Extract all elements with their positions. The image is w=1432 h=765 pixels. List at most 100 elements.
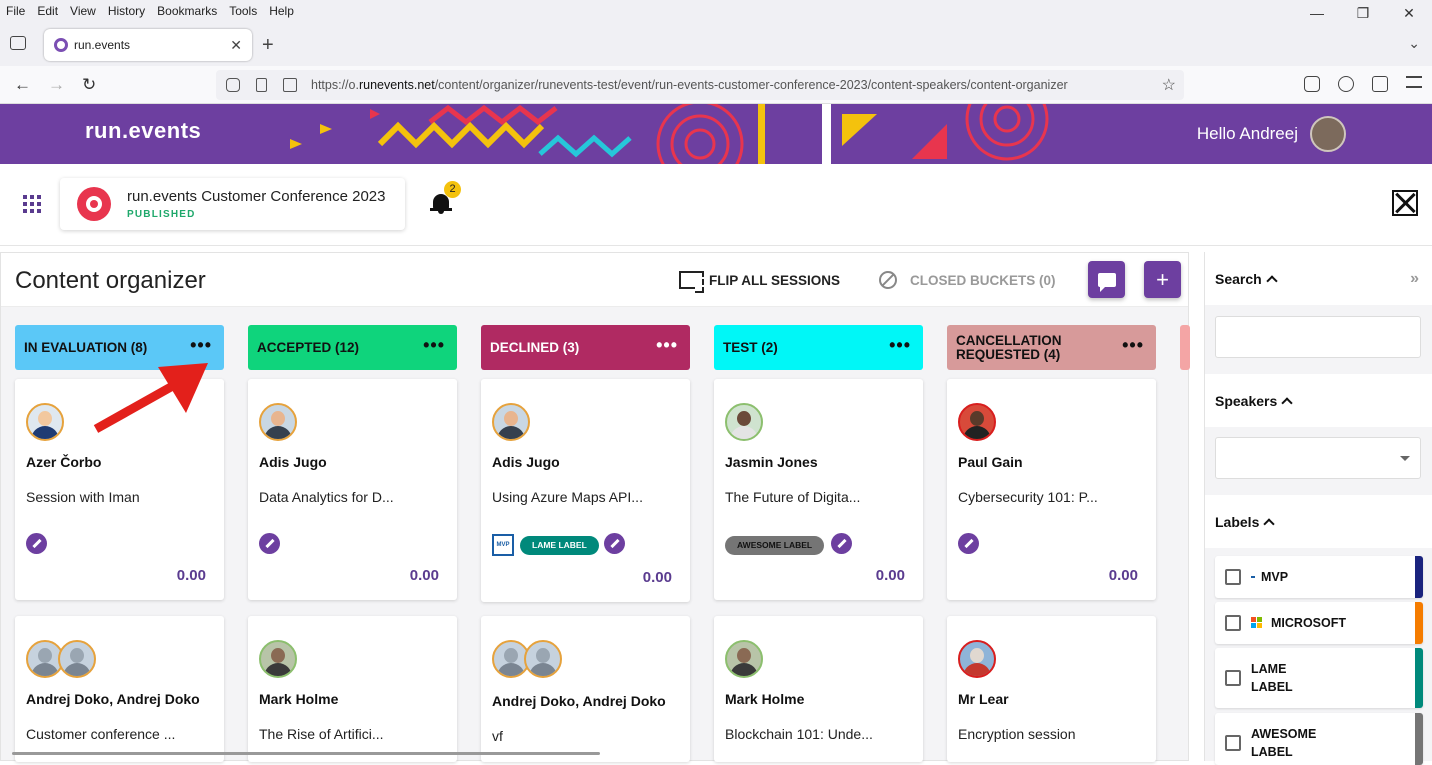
- session-card[interactable]: Adis Jugo Using Azure Maps API... MVP LA…: [481, 379, 690, 602]
- menu-hamburger-icon[interactable]: [1406, 76, 1422, 88]
- content-organizer: Content organizer FLIP ALL SESSIONS CLOS…: [0, 252, 1190, 762]
- lock-icon[interactable]: [256, 78, 267, 92]
- label-color-bar: [1415, 648, 1423, 708]
- url-bar[interactable]: https://o.runevents.net/content/organize…: [216, 70, 1184, 100]
- new-tab-icon[interactable]: +: [262, 34, 274, 57]
- collapse-panel-icon[interactable]: »: [1410, 270, 1419, 288]
- shield-icon[interactable]: [226, 78, 240, 92]
- more-options-icon[interactable]: •••: [656, 336, 678, 354]
- session-card[interactable]: Mark Holme The Rise of Artifici...: [248, 616, 457, 762]
- close-tab-icon[interactable]: ✕: [230, 37, 242, 54]
- event-status: PUBLISHED: [127, 209, 196, 220]
- session-card[interactable]: Andrej Doko, Andrej Doko Customer confer…: [15, 616, 224, 762]
- chevron-up-icon: [1263, 518, 1276, 530]
- session-score: 0.00: [642, 569, 672, 586]
- filter-panel: Search » Speakers Labels MVP MICROSOFT L…: [1204, 252, 1432, 765]
- speaker-avatar: [26, 403, 64, 441]
- menu-edit[interactable]: Edit: [31, 4, 64, 18]
- add-button[interactable]: +: [1144, 261, 1181, 298]
- menu-tools[interactable]: Tools: [223, 4, 263, 18]
- checkbox[interactable]: [1225, 735, 1241, 751]
- chevron-up-icon: [1281, 397, 1293, 409]
- speaker-name: Adis Jugo: [492, 454, 560, 470]
- bucket-header-accepted[interactable]: ACCEPTED (12) •••: [248, 325, 457, 370]
- back-icon[interactable]: ←: [14, 75, 31, 95]
- more-options-icon[interactable]: •••: [889, 336, 911, 354]
- edit-icon[interactable]: [958, 533, 979, 554]
- list-tabs-chevron-icon[interactable]: ⌄: [1408, 35, 1420, 52]
- banner-decoration-right: [842, 104, 1049, 161]
- checkbox[interactable]: [1225, 670, 1241, 686]
- session-card[interactable]: Jasmin Jones The Future of Digita... AWE…: [714, 379, 923, 600]
- label-filter-microsoft[interactable]: MICROSOFT: [1215, 602, 1423, 644]
- horizontal-scrollbar[interactable]: [12, 752, 600, 755]
- labels-section-header[interactable]: Labels: [1205, 495, 1432, 548]
- flip-icon: [679, 271, 704, 293]
- session-title: vf: [492, 728, 503, 744]
- flip-all-sessions-button[interactable]: FLIP ALL SESSIONS: [679, 271, 840, 293]
- user-avatar[interactable]: [1310, 116, 1346, 152]
- speaker-avatar: [725, 640, 763, 678]
- session-card[interactable]: Mr Lear Encryption session: [947, 616, 1156, 762]
- menu-help[interactable]: Help: [263, 4, 300, 18]
- permissions-icon[interactable]: [283, 78, 297, 92]
- pocket-icon[interactable]: [1304, 76, 1320, 92]
- browser-tab[interactable]: run.events ✕: [44, 29, 252, 61]
- close-icon[interactable]: [1392, 190, 1418, 216]
- account-icon[interactable]: [1338, 76, 1354, 92]
- session-title: The Future of Digita...: [725, 489, 861, 505]
- session-card[interactable]: Adis Jugo Data Analytics for D... 0.00: [248, 379, 457, 600]
- label-filter-awesome-label[interactable]: AWESOME LABEL: [1215, 713, 1423, 765]
- checkbox[interactable]: [1225, 569, 1241, 585]
- menu-file[interactable]: File: [0, 4, 31, 18]
- comments-button[interactable]: [1088, 261, 1125, 298]
- closed-buckets-button[interactable]: CLOSED BUCKETS (0): [879, 271, 1056, 289]
- extensions-icon[interactable]: [1372, 76, 1388, 92]
- event-selector[interactable]: run.events Customer Conference 2023 PUBL…: [60, 178, 405, 230]
- edit-icon[interactable]: [259, 533, 280, 554]
- bucket-header-partial[interactable]: [1180, 325, 1190, 370]
- more-options-icon[interactable]: •••: [1122, 336, 1144, 354]
- search-input[interactable]: [1215, 316, 1421, 358]
- session-card[interactable]: Paul Gain Cybersecurity 101: P... 0.00: [947, 379, 1156, 600]
- edit-icon[interactable]: [26, 533, 47, 554]
- speaker-avatar: [259, 640, 297, 678]
- session-title: Using Azure Maps API...: [492, 489, 643, 505]
- label-filter-lame-label[interactable]: LAME LABEL: [1215, 648, 1423, 708]
- speaker-name: Azer Čorbo: [26, 454, 102, 470]
- session-card[interactable]: Mark Holme Blockchain 101: Unde...: [714, 616, 923, 762]
- menu-history[interactable]: History: [102, 4, 151, 18]
- menu-view[interactable]: View: [64, 4, 102, 18]
- menu-bookmarks[interactable]: Bookmarks: [151, 4, 223, 18]
- speaker-name: Mark Holme: [259, 691, 339, 707]
- bookmark-star-icon[interactable]: ☆: [1162, 75, 1176, 95]
- more-options-icon[interactable]: •••: [190, 336, 212, 354]
- label-name: MICROSOFT: [1271, 616, 1346, 630]
- banner-divider: [822, 104, 831, 164]
- tab-list-icon[interactable]: [10, 36, 26, 50]
- bucket-header-cancellation-requested[interactable]: CANCELLATION REQUESTED (4) •••: [947, 325, 1156, 370]
- bucket-header-declined[interactable]: DECLINED (3) •••: [481, 325, 690, 370]
- speaker-name: Jasmin Jones: [725, 454, 818, 470]
- label-filter-mvp[interactable]: MVP: [1215, 556, 1423, 598]
- bucket-name: TEST (2): [723, 339, 778, 355]
- speakers-section-header[interactable]: Speakers: [1205, 374, 1432, 427]
- search-section-header[interactable]: Search »: [1205, 252, 1432, 305]
- label-name: MVP: [1261, 570, 1289, 584]
- session-card[interactable]: Andrej Doko, Andrej Doko vf: [481, 616, 690, 762]
- bucket-header-test[interactable]: TEST (2) •••: [714, 325, 923, 370]
- edit-icon[interactable]: [604, 533, 625, 554]
- apps-grid-icon[interactable]: [23, 195, 41, 213]
- forward-icon[interactable]: →: [48, 75, 65, 95]
- url-text[interactable]: https://o.runevents.net/content/organize…: [311, 78, 1068, 92]
- reload-icon[interactable]: ↻: [82, 75, 96, 95]
- labels-section-label: Labels: [1215, 513, 1260, 530]
- speaker-avatar: [492, 403, 530, 441]
- label-name: AWESOME LABEL: [1251, 727, 1317, 759]
- more-options-icon[interactable]: •••: [423, 336, 445, 354]
- speakers-select[interactable]: [1215, 437, 1421, 479]
- checkbox[interactable]: [1225, 615, 1241, 631]
- brand-logo[interactable]: run.events: [85, 118, 201, 144]
- edit-icon[interactable]: [831, 533, 852, 554]
- session-score: 0.00: [176, 567, 206, 584]
